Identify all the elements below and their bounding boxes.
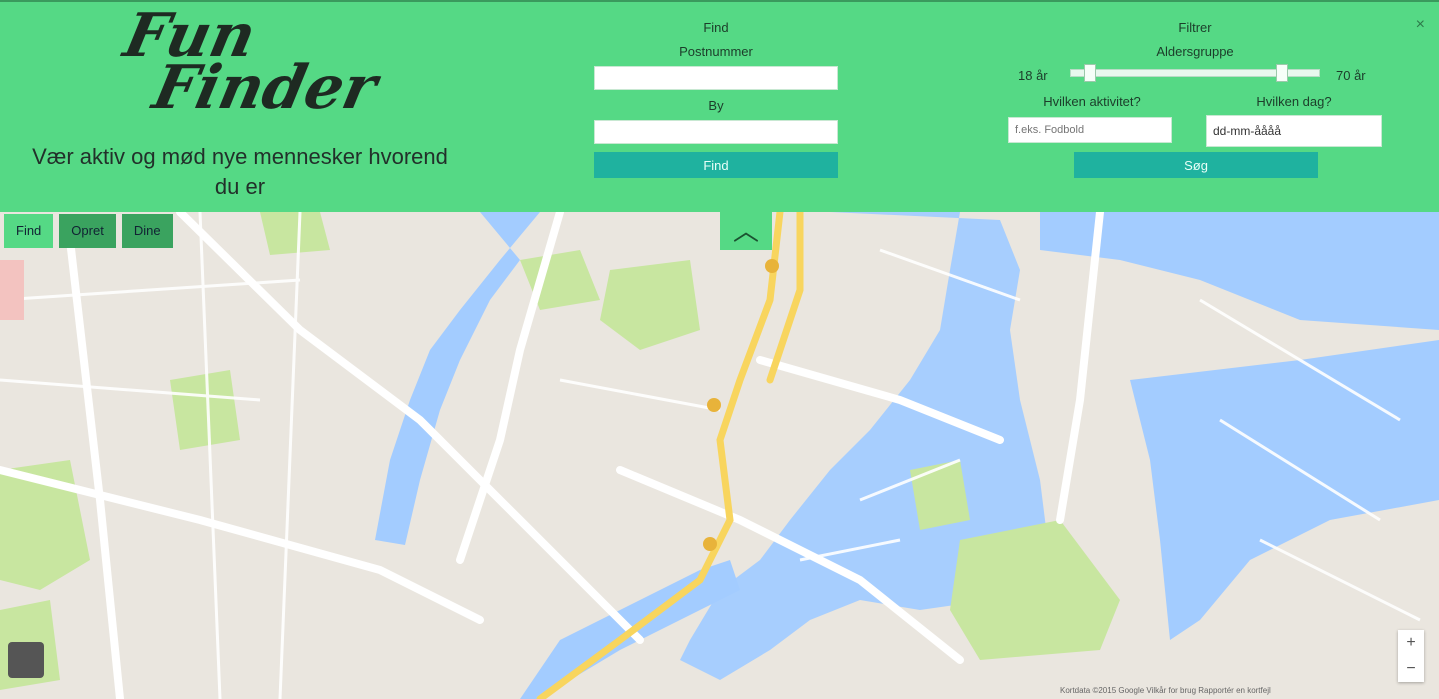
from-input[interactable] [594,66,838,90]
zoom-in-button[interactable]: + [1398,630,1424,656]
from-label: Postnummer [679,44,753,59]
activity-label: Hvilken aktivitet? [1043,94,1141,109]
zoom-control: + − [1398,630,1424,682]
map-attribution[interactable]: Kortdata ©2015 Google Vilkår for brug Ra… [1060,686,1271,695]
chevron-up-icon: ︿ [732,216,759,246]
slider-handle-min[interactable] [1084,64,1097,82]
search-button[interactable]: Søg [1074,152,1318,178]
tab-bar: Find Opret Dine [4,214,179,248]
filter-heading: Filtrer [1178,20,1212,35]
find-heading: Find [703,20,729,35]
fun-finder-logo: Fun Finder [109,1,392,123]
age-range-slider[interactable] [1070,64,1320,82]
to-input[interactable] [594,120,838,144]
age-max-label: 70 år [1336,68,1366,83]
tab-create[interactable]: Opret [59,214,116,248]
find-button[interactable]: Find [594,152,838,178]
date-input[interactable] [1206,115,1382,147]
tab-mine[interactable]: Dine [121,214,173,248]
tab-find[interactable]: Find [4,214,54,248]
collapse-header-button[interactable]: ︿ [720,212,772,250]
find-form: Find Postnummer By Find [594,16,838,178]
activity-input[interactable] [1008,117,1172,143]
to-label: By [708,98,724,113]
header-panel: Fun Finder Vær aktiv og mød nye menneske… [0,0,1439,212]
date-label: Hvilken dag? [1256,94,1332,109]
age-range-label: Aldersgruppe [1156,44,1234,59]
logo-line-2: Finder [147,53,383,123]
close-icon[interactable]: × [1416,16,1425,34]
tagline: Vær aktiv og mød nye mennesker hvorend d… [32,144,448,199]
zoom-out-button[interactable]: − [1398,656,1424,682]
street-view-pegman-icon[interactable] [8,642,44,678]
filter-form: Filtrer Aldersgruppe [1010,16,1380,64]
age-min-label: 18 år [1018,68,1048,83]
slider-handle-max[interactable] [1276,64,1289,82]
